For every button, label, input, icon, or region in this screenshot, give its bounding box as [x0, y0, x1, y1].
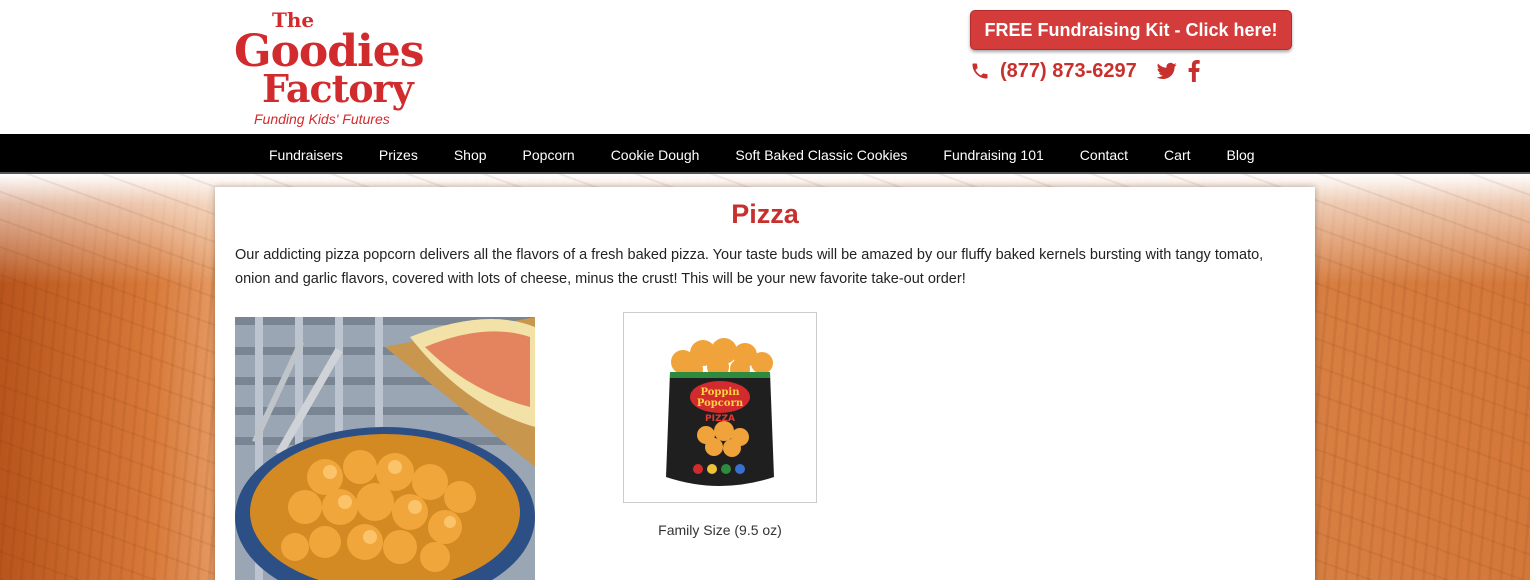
- product-description: Our addicting pizza popcorn delivers all…: [235, 247, 1264, 287]
- contact-row: (877) 873-6297: [970, 58, 1201, 84]
- product-thumbnail-family-size[interactable]: Poppin Popcorn PIZZA: [623, 312, 817, 503]
- nav-item-cookie-dough[interactable]: Cookie Dough: [593, 134, 718, 174]
- pizza-popcorn-photo: [235, 317, 535, 580]
- nav-item-shop[interactable]: Shop: [436, 134, 505, 174]
- nav-items: Fundraisers Prizes Shop Popcorn Cookie D…: [251, 134, 1273, 174]
- page-title: Pizza: [731, 199, 799, 229]
- twitter-icon[interactable]: [1156, 62, 1177, 80]
- logo-factory: Factory: [262, 66, 414, 111]
- logo-tagline: Funding Kids' Futures: [254, 111, 390, 127]
- phone-icon: [970, 61, 990, 81]
- site-logo[interactable]: The Goodies Factory Funding Kids' Future…: [232, 6, 425, 130]
- site-header: The Goodies Factory Funding Kids' Future…: [0, 0, 1530, 134]
- main-nav: Fundraisers Prizes Shop Popcorn Cookie D…: [0, 134, 1530, 174]
- bag-brand-text-2: Popcorn: [697, 398, 744, 409]
- nav-item-cart[interactable]: Cart: [1146, 134, 1208, 174]
- bag-brand-text: Poppin: [701, 387, 741, 398]
- nav-item-fundraising-101[interactable]: Fundraising 101: [925, 134, 1061, 174]
- nav-item-fundraisers[interactable]: Fundraisers: [251, 134, 361, 174]
- free-fundraising-kit-button[interactable]: FREE Fundraising Kit - Click here!: [970, 10, 1292, 50]
- nav-item-contact[interactable]: Contact: [1062, 134, 1146, 174]
- nav-item-blog[interactable]: Blog: [1209, 134, 1273, 174]
- facebook-icon[interactable]: [1187, 60, 1201, 82]
- nav-item-prizes[interactable]: Prizes: [361, 134, 436, 174]
- nav-item-popcorn[interactable]: Popcorn: [505, 134, 593, 174]
- nav-item-soft-baked-cookies[interactable]: Soft Baked Classic Cookies: [717, 134, 925, 174]
- phone-number[interactable]: (877) 873-6297: [1000, 60, 1137, 83]
- content-panel: Pizza Our addicting pizza popcorn delive…: [215, 187, 1315, 580]
- product-caption: Family Size (9.5 oz): [658, 522, 782, 538]
